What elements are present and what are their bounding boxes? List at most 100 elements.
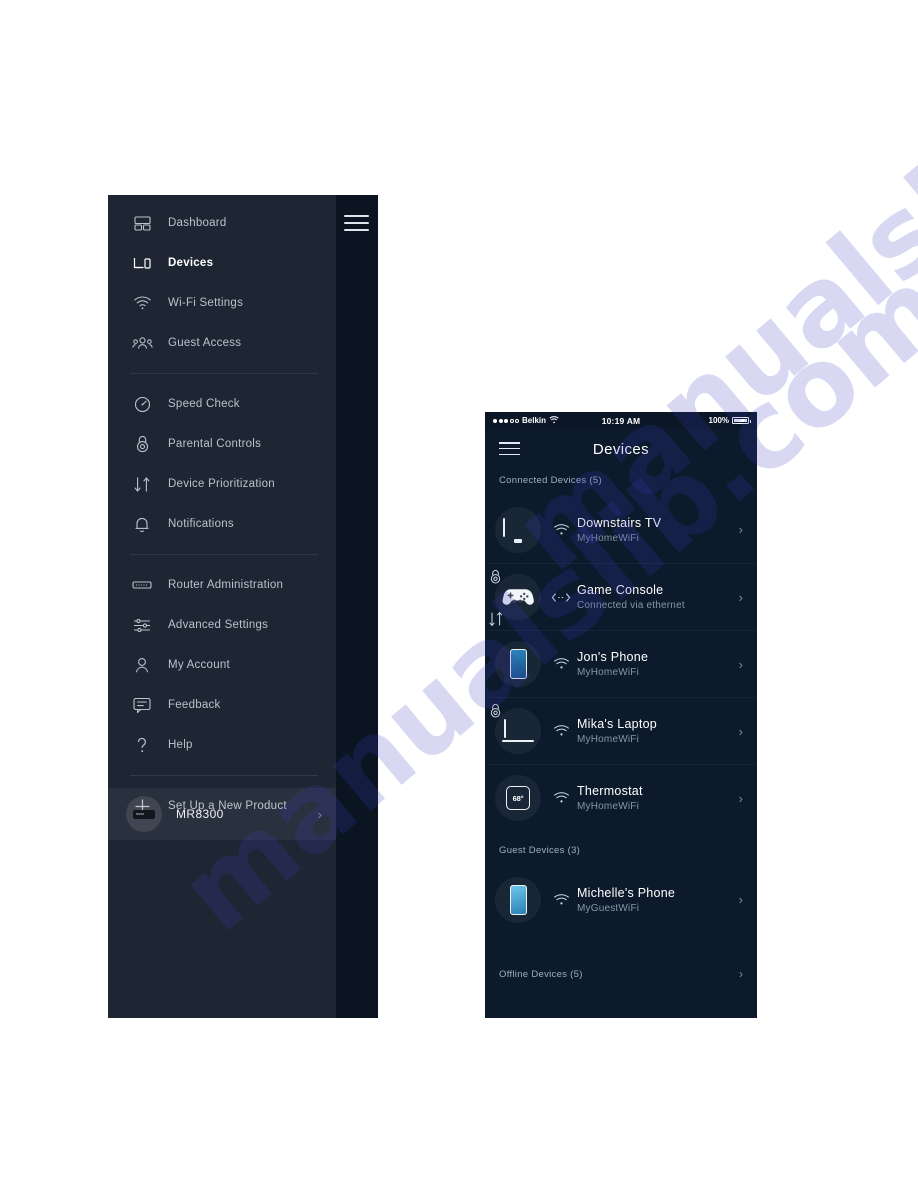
device-list-item[interactable]: Game Console Connected via ethernet › [485, 563, 757, 630]
battery-percent-label: 100% [708, 416, 730, 425]
sidebar-item-device-prioritization[interactable]: Device Prioritization [108, 464, 336, 504]
sidebar-item-feedback[interactable]: Feedback [108, 685, 336, 725]
device-list-item[interactable]: 68° Thermostat MyHomeWiFi › [485, 764, 757, 831]
smartphone-icon [509, 884, 527, 915]
wifi-icon [547, 523, 575, 536]
sidebar-item-notifications[interactable]: Notifications [108, 504, 336, 544]
device-network: MyHomeWiFi [577, 801, 639, 812]
up-down-arrows-icon [130, 473, 154, 495]
device-list-item[interactable]: Mika's Laptop MyHomeWiFi › [485, 697, 757, 764]
sidebar-item-wifi-settings[interactable]: Wi-Fi Settings [108, 283, 336, 323]
phone-screen: Belkin 10:19 AM 100% Devices Connected D… [485, 412, 757, 1018]
device-name: Mika's Laptop [577, 717, 657, 731]
status-bar-right: 100% [640, 416, 752, 425]
sidebar-item-label: Wi-Fi Settings [168, 297, 244, 309]
smartphone-icon [509, 649, 527, 679]
device-name: Michelle's Phone [577, 885, 676, 900]
avatar [495, 876, 541, 923]
device-network: MyHomeWiFi [577, 667, 639, 678]
device-info: Downstairs TV MyHomeWiFi [577, 516, 733, 544]
sidebar-item-label: Notifications [168, 518, 234, 530]
dashboard-icon [130, 212, 154, 234]
sidebar-menu-list: Dashboard Devices Wi-Fi Settings Guest A… [108, 195, 336, 826]
sidebar-item-label: Dashboard [168, 217, 227, 229]
section-header-guest: Guest Devices (3) [499, 845, 581, 856]
lock-icon [489, 569, 502, 584]
status-bar: Belkin 10:19 AM 100% [485, 412, 757, 429]
avatar [489, 569, 541, 627]
laptop-icon [502, 719, 534, 742]
device-network: MyHomeWiFi [577, 734, 639, 745]
sidebar-panel: Dashboard Devices Wi-Fi Settings Guest A… [108, 195, 378, 1018]
device-info: Michelle's Phone MyGuestWiFi [577, 886, 733, 914]
sidebar-item-speed-check[interactable]: Speed Check [108, 384, 336, 424]
chevron-right-icon: › [317, 806, 322, 822]
sidebar-item-guest-access[interactable]: Guest Access [108, 323, 336, 363]
game-controller-icon [501, 586, 535, 608]
device-network: Connected via ethernet [577, 600, 685, 611]
chevron-right-icon: › [739, 967, 743, 981]
sidebar-item-devices[interactable]: Devices [108, 243, 336, 283]
chevron-right-icon: › [738, 790, 743, 806]
sidebar-item-label: Devices [168, 257, 214, 269]
avatar: 68° [495, 775, 541, 821]
sidebar-divider [130, 373, 318, 374]
sidebar-item-label: Advanced Settings [168, 619, 269, 631]
page-title: Devices [592, 440, 650, 458]
section-header-offline: Offline Devices (5) [499, 968, 583, 980]
chevron-right-icon: › [738, 892, 743, 907]
sidebar-item-parental-controls[interactable]: Parental Controls [108, 424, 336, 464]
app-header: Devices [485, 429, 757, 469]
question-mark-icon [130, 734, 154, 756]
sidebar-item-label: Speed Check [168, 398, 240, 410]
sidebar-item-label: Feedback [168, 699, 221, 711]
status-bar-time: 10:19 AM [601, 415, 641, 426]
sidebar-item-help[interactable]: Help [108, 725, 336, 765]
sidebar-item-label: Device Prioritization [168, 478, 275, 490]
chevron-right-icon: › [738, 656, 743, 672]
device-list-item[interactable]: Michelle's Phone MyGuestWiFi › [485, 866, 757, 933]
chevron-right-icon: › [738, 589, 743, 605]
sidebar-item-advanced-settings[interactable]: Advanced Settings [108, 605, 336, 645]
sidebar-item-label: My Account [168, 659, 230, 671]
chevron-right-icon: › [738, 723, 743, 739]
device-name: Thermostat [577, 784, 643, 798]
sliders-icon [130, 614, 154, 636]
wifi-icon [547, 893, 575, 906]
sidebar-item-dashboard[interactable]: Dashboard [108, 203, 336, 243]
device-info: Mika's Laptop MyHomeWiFi [577, 717, 733, 745]
device-name: Jon's Phone [577, 650, 649, 664]
speedometer-icon [130, 393, 154, 415]
chat-bubble-icon [130, 694, 154, 716]
device-info: Thermostat MyHomeWiFi [577, 784, 733, 812]
sidebar-item-label: Parental Controls [168, 438, 262, 450]
signal-dots-icon [493, 418, 519, 423]
sidebar-item-label: Router Administration [168, 579, 284, 591]
device-name: Downstairs TV [577, 515, 662, 530]
device-list-item[interactable]: Downstairs TV MyHomeWiFi › [485, 496, 757, 563]
carrier-label: Belkin [522, 416, 547, 425]
device-name: Game Console [577, 583, 664, 597]
battery-full-icon [732, 417, 752, 424]
section-header-connected: Connected Devices (5) [499, 475, 602, 486]
hamburger-menu-icon[interactable] [344, 215, 369, 231]
sidebar-item-label: Guest Access [168, 337, 242, 349]
device-info: Jon's Phone MyHomeWiFi [577, 650, 733, 678]
sidebar-current-device-name: MR8300 [176, 807, 224, 821]
device-list-item[interactable]: Jon's Phone MyHomeWiFi › [485, 630, 757, 697]
sidebar-item-my-account[interactable]: My Account [108, 645, 336, 685]
hamburger-menu-icon[interactable] [499, 442, 520, 456]
up-down-arrows-icon [488, 611, 504, 627]
avatar [495, 506, 541, 553]
thermostat-icon: 68° [506, 786, 530, 810]
avatar [495, 641, 541, 687]
section-row-offline-devices[interactable]: Offline Devices (5) › [485, 955, 757, 993]
wifi-icon [130, 292, 154, 314]
tv-icon [503, 517, 533, 543]
sidebar-item-label: Help [168, 739, 193, 751]
sidebar-current-device-row[interactable]: MR8300 › [108, 788, 336, 840]
wifi-icon [547, 725, 575, 737]
sidebar-item-router-administration[interactable]: Router Administration [108, 565, 336, 605]
